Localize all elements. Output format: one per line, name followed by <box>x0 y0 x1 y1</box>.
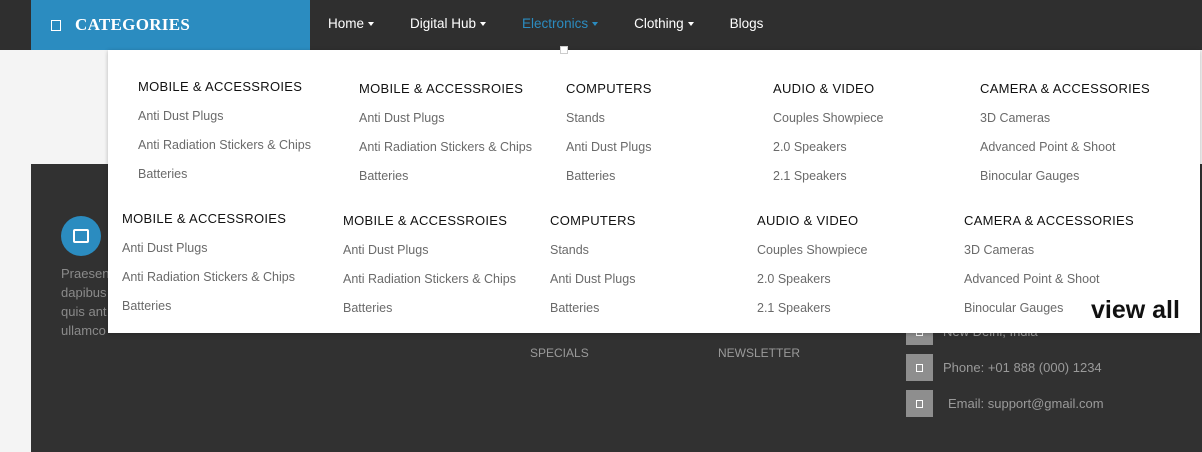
menu-link[interactable]: Anti Radiation Stickers & Chips <box>343 272 516 286</box>
menu-link[interactable]: Batteries <box>550 301 636 315</box>
view-all-link[interactable]: view all <box>1091 296 1180 325</box>
menu-link[interactable]: 2.0 Speakers <box>757 272 868 286</box>
menu-link[interactable]: 3D Cameras <box>964 243 1134 257</box>
menu-link[interactable]: Batteries <box>359 169 532 183</box>
menu-link[interactable]: Anti Dust Plugs <box>359 111 532 125</box>
menu-column: MOBILE & ACCESSROIES Anti Dust Plugs Ant… <box>122 211 295 313</box>
menu-column-title: MOBILE & ACCESSROIES <box>138 79 303 94</box>
menu-column: MOBILE & ACCESSROIES Anti Dust Plugs Ant… <box>359 81 532 183</box>
email-icon <box>906 390 933 417</box>
menu-column-title: AUDIO & VIDEO <box>773 81 875 96</box>
nav-electronics[interactable]: Electronics <box>522 16 599 31</box>
menu-column-title: COMPUTERS <box>550 213 636 228</box>
caret-down-icon <box>368 21 375 26</box>
menu-link[interactable]: Anti Dust Plugs <box>550 272 636 286</box>
caret-down-icon <box>687 21 694 26</box>
menu-column: CAMERA & ACCESSORIES 3D Cameras Advanced… <box>980 81 1150 183</box>
menu-link[interactable]: Anti Dust Plugs <box>122 241 295 255</box>
nav-digital-hub[interactable]: Digital Hub <box>410 16 487 31</box>
menu-link[interactable]: 2.0 Speakers <box>773 140 884 154</box>
menu-link[interactable]: Batteries <box>566 169 652 183</box>
menu-link[interactable]: Anti Radiation Stickers & Chips <box>359 140 532 154</box>
menu-link[interactable]: Batteries <box>138 167 311 181</box>
nav-blogs[interactable]: Blogs <box>730 16 764 31</box>
menu-link[interactable]: Couples Showpiece <box>757 243 868 257</box>
phone-icon <box>906 354 933 381</box>
menu-link[interactable]: Stands <box>550 243 636 257</box>
footer-link-specials[interactable]: SPECIALS <box>530 346 589 360</box>
menu-link[interactable]: Anti Dust Plugs <box>138 109 311 123</box>
categories-label: CATEGORIES <box>75 15 191 34</box>
menu-column-title: CAMERA & ACCESSORIES <box>980 81 1150 96</box>
footer-link-newsletter[interactable]: NEWSLETTER <box>718 346 800 360</box>
nav-clothing[interactable]: Clothing <box>634 16 694 31</box>
categories-button[interactable]: CATEGORIES <box>31 0 310 50</box>
electronics-mega-menu: MOBILE & ACCESSROIES Anti Dust Plugs Ant… <box>108 46 1200 333</box>
caret-down-icon <box>480 21 487 26</box>
menu-column-title: MOBILE & ACCESSROIES <box>122 211 287 226</box>
menu-column: MOBILE & ACCESSROIES Anti Dust Plugs Ant… <box>138 79 311 181</box>
menu-column-title: MOBILE & ACCESSROIES <box>359 81 524 96</box>
menu-column: AUDIO & VIDEO Couples Showpiece 2.0 Spea… <box>773 81 884 183</box>
top-nav-bar: CATEGORIES Home Digital Hub Electronics … <box>0 0 1202 50</box>
caret-down-icon <box>592 21 599 26</box>
menu-column: COMPUTERS Stands Anti Dust Plugs Batteri… <box>566 81 652 183</box>
menu-link[interactable]: Binocular Gauges <box>980 169 1150 183</box>
shopping-bag-logo-icon <box>61 216 101 256</box>
menu-link[interactable]: Advanced Point & Shoot <box>980 140 1150 154</box>
menu-pointer <box>560 46 568 54</box>
main-nav: Home Digital Hub Electronics Clothing Bl… <box>310 0 781 46</box>
contact-email: Email: support@gmail.com <box>906 390 1104 417</box>
menu-link[interactable]: 2.1 Speakers <box>757 301 868 315</box>
menu-link[interactable]: Anti Radiation Stickers & Chips <box>138 138 311 152</box>
nav-home[interactable]: Home <box>328 16 375 31</box>
menu-column-title: AUDIO & VIDEO <box>757 213 859 228</box>
menu-link[interactable]: Batteries <box>343 301 516 315</box>
menu-column: MOBILE & ACCESSROIES Anti Dust Plugs Ant… <box>343 213 516 315</box>
menu-link[interactable]: Anti Dust Plugs <box>566 140 652 154</box>
menu-link[interactable]: 3D Cameras <box>980 111 1150 125</box>
menu-link[interactable]: Anti Dust Plugs <box>343 243 516 257</box>
menu-link[interactable]: Stands <box>566 111 652 125</box>
menu-column: AUDIO & VIDEO Couples Showpiece 2.0 Spea… <box>757 213 868 315</box>
menu-link[interactable]: Anti Radiation Stickers & Chips <box>122 270 295 284</box>
menu-link[interactable]: Couples Showpiece <box>773 111 884 125</box>
menu-link[interactable]: 2.1 Speakers <box>773 169 884 183</box>
menu-column: COMPUTERS Stands Anti Dust Plugs Batteri… <box>550 213 636 315</box>
menu-column-title: MOBILE & ACCESSROIES <box>343 213 508 228</box>
menu-link[interactable]: Batteries <box>122 299 295 313</box>
contact-phone: Phone: +01 888 (000) 1234 <box>906 354 1102 381</box>
menu-column-title: CAMERA & ACCESSORIES <box>964 213 1134 228</box>
menu-link[interactable]: Advanced Point & Shoot <box>964 272 1134 286</box>
menu-column-title: COMPUTERS <box>566 81 652 96</box>
menu-icon <box>51 19 61 31</box>
